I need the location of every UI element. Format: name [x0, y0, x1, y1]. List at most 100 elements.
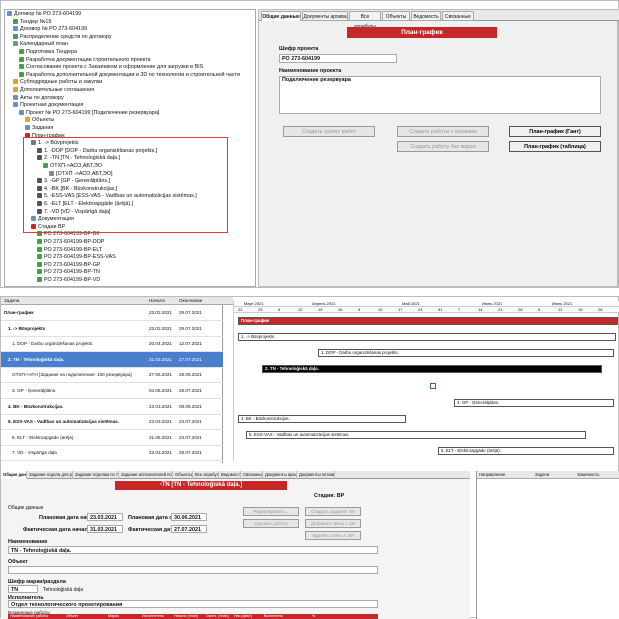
gantt-bar[interactable]: 6. ELT - Elektroapgāde (ārējā).: [438, 447, 614, 455]
bottom-tab-5[interactable]: Все атрибуты: [193, 471, 219, 479]
name-field[interactable]: TN - Tehnoloģiskā daļa.: [8, 546, 378, 554]
tree-node[interactable]: РО 273-604199-ВР-TN: [37, 269, 100, 276]
gantt-bar[interactable]: План-график: [238, 317, 618, 325]
task-end: 29.07.2021: [179, 325, 202, 331]
tree-node[interactable]: Задания: [25, 125, 53, 132]
delete-link-button[interactable]: Удалить связь с ЗИ: [305, 531, 361, 540]
tree-node-icon: [37, 246, 42, 252]
plan-start-field[interactable]: 23.03.2021: [87, 513, 123, 521]
tree-node-icon: [13, 102, 18, 108]
create-marked-works-button[interactable]: Создать работы с марками: [397, 126, 489, 137]
tree-node[interactable]: РО 273-604199-ВР-ELT: [37, 247, 102, 254]
nested-col: Наименование работы: [10, 614, 49, 618]
delete-work-button[interactable]: Удалить работу: [243, 519, 299, 528]
tree-node[interactable]: РО 273-604199-ВР-ESS-VAS: [37, 254, 116, 261]
tree-node[interactable]: РО 273-604199-ВР-VD: [37, 277, 100, 284]
gantt-button[interactable]: План-график (Гант): [509, 126, 601, 137]
tree-node[interactable]: Дополнительные соглашения: [13, 87, 94, 94]
gantt-bar[interactable]: 4. BK - Būvkonstrukcijas.: [238, 415, 406, 423]
day-label: 3: [358, 307, 361, 312]
plan-end-field[interactable]: 30.06.2021: [171, 513, 207, 521]
executor-field[interactable]: Отдел технологического проектирования: [8, 600, 378, 608]
tab-1[interactable]: Документы архива: [302, 11, 348, 21]
bottom-tab-6[interactable]: Ведомость: [219, 471, 241, 479]
task-grid[interactable]: План-график 23.03.2021 29.07.2021 1. -> Būv…: [1, 305, 223, 463]
tree-node[interactable]: Распределение средств по договору: [13, 34, 112, 41]
add-link-button[interactable]: Добавить связь с ЗИ: [305, 519, 361, 528]
table-row[interactable]: 4. BK - Būvkonstrukcijas. 23.03.2021 08.06…: [1, 399, 223, 415]
tree-node[interactable]: Объекты: [25, 117, 54, 124]
day-label: 5: [538, 307, 541, 312]
create-task-button[interactable]: Создать задание ЗИ: [305, 507, 361, 516]
bottom-tab-4[interactable]: Объекты: [173, 471, 193, 479]
gantt-bar[interactable]: 1. DOP - Darbu organizēšanas projekts.: [318, 349, 614, 357]
tree-node-label: Распределение средств по договору: [20, 33, 112, 40]
bottom-tab-0[interactable]: Общие данные: [1, 471, 27, 479]
table-row[interactable]: 6. ELT - Elektroapgāde (ārējā). 31.05.202…: [1, 430, 223, 446]
table-row[interactable]: ОТХП->АТН [Задание на подключение: 100 р…: [1, 367, 223, 384]
tree-node[interactable]: Разработка документации строительного пр…: [19, 57, 151, 64]
table-row[interactable]: 7. VD - Vispārīgā daļa 23.03.2021 29.07.20…: [1, 445, 223, 462]
table-row[interactable]: 5. ESS-VAS - Vadības un automatizācijas …: [1, 414, 223, 431]
tree-node[interactable]: Подготовка Тендера: [19, 49, 77, 56]
gantt-bar[interactable]: 3. GP - Ģenerālplāns.: [454, 399, 614, 407]
tree-node[interactable]: Договор № РО 273-604199: [13, 26, 87, 33]
tree-node-label: РО 273-604199-ВР-VD: [44, 277, 101, 283]
gantt-chart[interactable]: Март 2021 Апрель 2021 Май 2021 Июнь 2021 Июл…: [233, 301, 619, 461]
tree-node[interactable]: Разработка дополнительной документации и…: [19, 72, 240, 79]
tree-node[interactable]: РО 273-604199-ВР-DOP: [37, 239, 104, 246]
task-end: 28.07.2021: [179, 388, 202, 393]
task-name: 5. ESS-VAS - Vadības un automatizācijas …: [8, 419, 119, 425]
tab-3[interactable]: Объекты: [382, 11, 410, 21]
tree-node[interactable]: Акты по договору: [13, 95, 64, 102]
tree-node[interactable]: Проектная документация: [13, 102, 83, 109]
object-field[interactable]: [8, 566, 378, 574]
tree-node-icon: [7, 11, 12, 17]
table-row[interactable]: 2. TN - Tehnoloģiskā daļa. 31.03.2021 27.0…: [1, 351, 223, 368]
milestone-marker[interactable]: [430, 383, 436, 389]
gantt-bar[interactable]: 5. ESS-VAS - Vadības un automatizācijas …: [246, 431, 586, 439]
day-label: 24: [418, 307, 423, 312]
table-row[interactable]: 3. GP - Ģenerālplāns. 04.06.2021 28.07.202…: [1, 383, 223, 399]
tab-4[interactable]: Ведомость: [411, 11, 441, 21]
bottom-tab-1[interactable]: Задание отдела для работы: [27, 471, 73, 479]
table-row[interactable]: 1. -> Būvprojekts 23.03.2021 29.07.2021: [1, 321, 223, 337]
task-name: 2. TN - Tehnoloģiskā daļa.: [8, 356, 65, 362]
tree-node-label: Проектная документация: [20, 102, 84, 109]
edit-button[interactable]: Редактировать...: [243, 507, 299, 516]
tree-node[interactable]: Календарный план: [13, 41, 68, 48]
bottom-tab-9[interactable]: Документы потомков: [297, 471, 335, 479]
bottom-tab-3[interactable]: Задание исполнителей по текущей работе: [119, 471, 173, 479]
table-row[interactable]: 1. DOP - Darbu organizēšanas projekts. 20…: [1, 336, 223, 353]
tree-node[interactable]: РО 273-604199-ВР-GP: [37, 262, 101, 269]
tree-node[interactable]: Проект № РО 273-604199 [Подключение резе…: [19, 110, 159, 117]
tree-node[interactable]: Тендер №19: [13, 19, 51, 26]
create-group-button[interactable]: Создать группу работ: [283, 126, 375, 137]
table-plan-button[interactable]: План-график (таблица): [509, 141, 601, 152]
create-unmarked-work-button[interactable]: Создать работу без марки: [397, 141, 489, 152]
cipher-mark-field[interactable]: TN: [8, 585, 38, 593]
gantt-bar[interactable]: 2. TN - Tehnoloģiskā daļa.: [262, 365, 602, 373]
tree-node[interactable]: Договор № РО 273-604199: [7, 11, 81, 18]
tab-0[interactable]: Общие данные: [261, 11, 301, 21]
fact-start-field[interactable]: 31.03.2021: [87, 525, 123, 533]
bottom-tab-8[interactable]: Документы архива: [263, 471, 297, 479]
tab-5[interactable]: Связанные: [442, 11, 474, 21]
gantt-bar[interactable]: 1. -> Būvprojekts: [238, 333, 616, 341]
fact-end-field[interactable]: 27.07.2021: [171, 525, 207, 533]
tree-node-icon: [13, 33, 18, 39]
cipher-field[interactable]: РО 273-604199: [279, 54, 397, 63]
task-end: 27.07.2021: [179, 356, 202, 362]
nested-col: Объект: [66, 614, 79, 618]
tree-node[interactable]: Субподрядные работы и закупки: [13, 79, 102, 86]
table-row[interactable]: План-график 23.03.2021 29.07.2021: [1, 305, 223, 321]
bottom-tab-2[interactable]: Задание отделам по текущей работе: [73, 471, 119, 479]
tree-node[interactable]: Согласование проекта с Заказчиком и офор…: [19, 64, 203, 71]
work-form: -TN [TN - Tehnoloģiskā daļa.] Стадия: ВР…: [1, 479, 470, 619]
tab-2[interactable]: Все атрибуты: [349, 11, 381, 30]
project-name-field[interactable]: Подключение резервуара: [279, 76, 601, 114]
bottom-tab-7[interactable]: Связанные: [241, 471, 263, 479]
tree-node-label: РО 273-604199-ВР-DOP: [44, 239, 105, 245]
task-end: 28.05.2021: [179, 372, 202, 378]
day-label: 22: [238, 307, 243, 312]
